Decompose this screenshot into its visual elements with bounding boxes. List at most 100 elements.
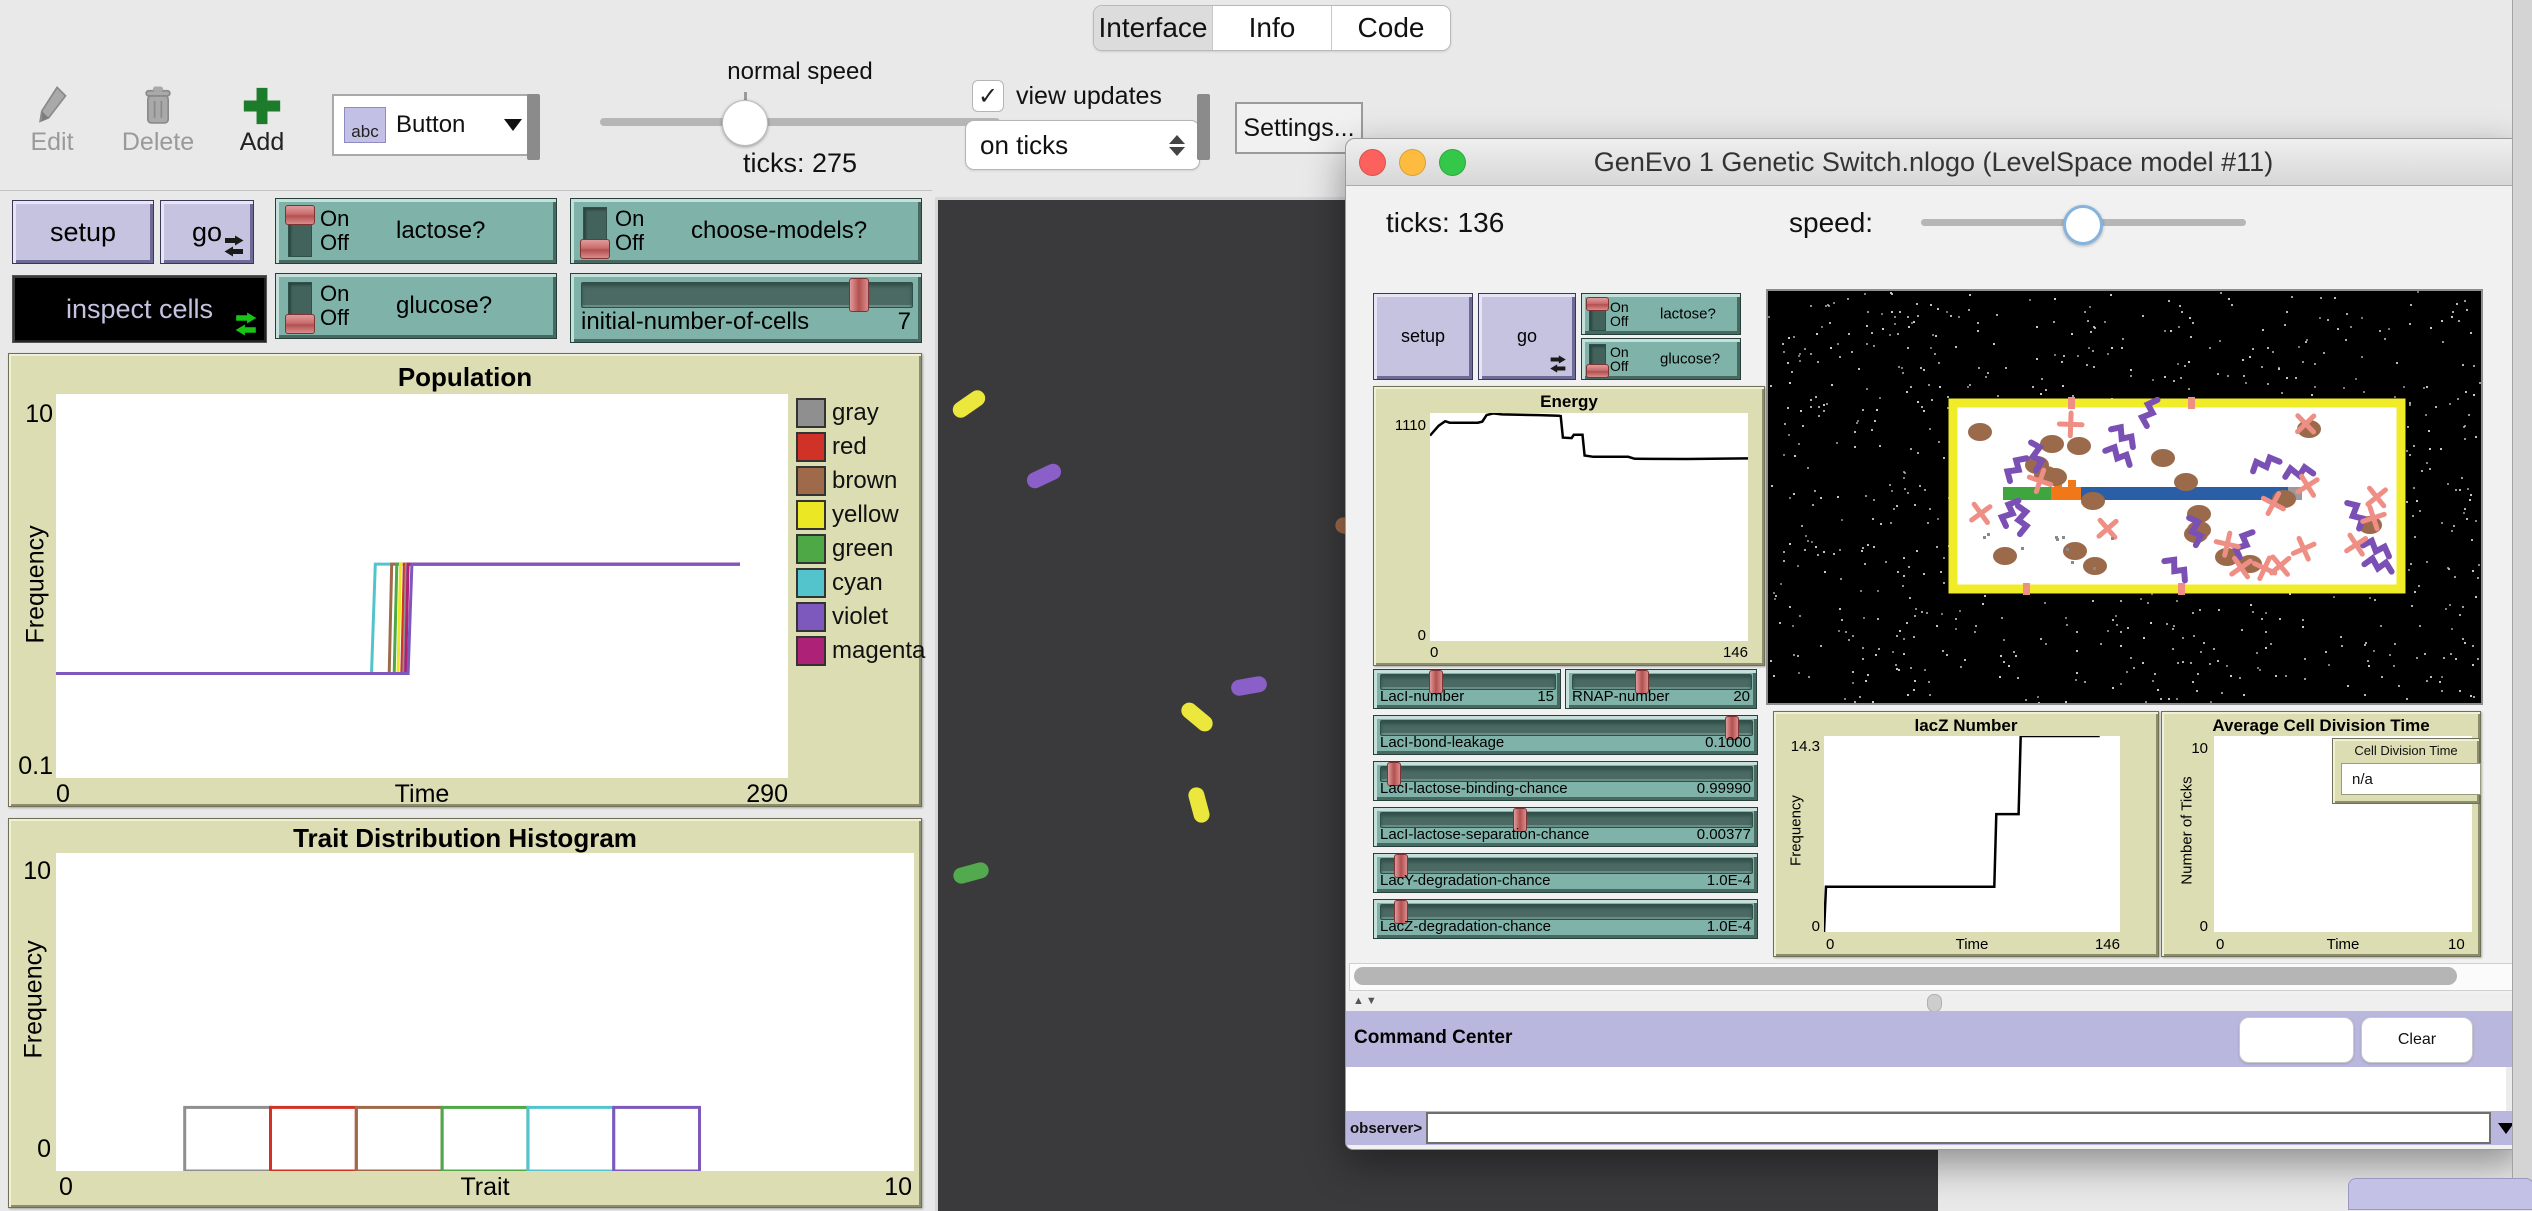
splitter-handle[interactable]: [1927, 994, 1942, 1012]
model-glucose-switch[interactable]: On Off glucose?: [1581, 338, 1741, 380]
plus-icon: [242, 82, 282, 128]
widget-type-label: Button: [396, 111, 466, 138]
command-center-splitter[interactable]: ▲▼: [1346, 993, 2521, 1012]
y-max-label: 1110: [1394, 417, 1426, 434]
slider-value: 1.0E-4: [1706, 872, 1751, 889]
choose-models-switch[interactable]: On Off choose-models?: [570, 198, 922, 264]
delete-button[interactable]: Delete: [118, 82, 198, 157]
violet-cell[interactable]: [1229, 674, 1269, 698]
slider-value: 0.1000: [1705, 734, 1751, 751]
laci-number-slider[interactable]: LacI-number 15: [1373, 669, 1561, 709]
inspect-cells-button[interactable]: inspect cells: [12, 275, 267, 343]
select-chevrons-icon: [1169, 134, 1185, 156]
model-go-button[interactable]: go: [1478, 293, 1576, 380]
legend-item-cyan: cyan: [796, 568, 883, 598]
command-input[interactable]: [1426, 1112, 2491, 1144]
view-updates-control[interactable]: ✓ view updates: [972, 80, 1162, 112]
switch-label: choose-models?: [691, 217, 868, 244]
legend-label: cyan: [832, 569, 883, 596]
setup-button[interactable]: setup: [12, 200, 154, 264]
horizontal-scrollbar-thumb[interactable]: [1354, 967, 2457, 985]
speed-slider-thumb[interactable]: [722, 100, 768, 146]
avg-cell-division-plot: Average Cell Division Time 10 0 Number o…: [2161, 711, 2481, 957]
clear-button[interactable]: Clear: [2361, 1017, 2473, 1063]
laci-lactose-binding-chance-slider[interactable]: LacI-lactose-binding-chance 0.99990: [1373, 761, 1758, 801]
slider-value: 20: [1733, 688, 1750, 705]
green-cell[interactable]: [951, 860, 991, 886]
observer-prompt[interactable]: observer>: [1346, 1111, 1427, 1145]
slider-label: LacI-bond-leakage: [1380, 734, 1505, 751]
update-mode-select[interactable]: on ticks: [965, 120, 1200, 170]
view-updates-checkbox[interactable]: ✓: [972, 80, 1004, 112]
yellow-cell[interactable]: [1186, 785, 1212, 825]
switch-knob[interactable]: [1586, 364, 1609, 378]
rnap-number-slider[interactable]: RNAP-number 20: [1565, 669, 1757, 709]
toolbar-divider: [0, 190, 932, 191]
forever-icon: [234, 312, 258, 336]
lacy-degradation-chance-slider[interactable]: LacY-degradation-chance 1.0E-4: [1373, 853, 1758, 893]
widget-type-dropdown[interactable]: abc Button: [332, 94, 534, 156]
blank-button[interactable]: [2239, 1017, 2354, 1063]
model-setup-button[interactable]: setup: [1373, 293, 1473, 380]
go-button[interactable]: go: [160, 200, 254, 264]
laci-lactose-separation-chance-slider[interactable]: LacI-lactose-separation-chance 0.00377: [1373, 807, 1758, 847]
slider-knob[interactable]: [849, 278, 870, 312]
tab-code[interactable]: Code: [1332, 6, 1450, 50]
trait-bars: [183, 1105, 702, 1171]
lacz-degradation-chance-slider[interactable]: LacZ-degradation-chance 1.0E-4: [1373, 899, 1758, 939]
go-label: go: [1516, 326, 1538, 346]
violet-cell[interactable]: [1024, 461, 1064, 491]
command-output-area[interactable]: [1346, 1067, 2506, 1112]
x-max-label: 10: [884, 1173, 912, 1201]
model-speed-slider-thumb[interactable]: [2063, 205, 2104, 245]
legend-item-gray: gray: [796, 398, 879, 428]
command-center-header: Command Center Clear: [1346, 1011, 2521, 1067]
switch-knob[interactable]: [285, 314, 315, 334]
legend-swatch: [796, 568, 826, 598]
splitter-arrows-icon[interactable]: ▲▼: [1353, 995, 1379, 1007]
main-window-right-scrollbar[interactable]: [2512, 0, 2532, 1208]
netlogo-desktop: { "main_window": { "tabs": [ {"label": "…: [0, 0, 2532, 1211]
switch-knob[interactable]: [580, 239, 610, 259]
button-widget-icon: abc: [344, 107, 386, 143]
yellow-cell[interactable]: [1178, 699, 1216, 735]
legend-item-yellow: yellow: [796, 500, 899, 530]
x-max-label: 146: [2094, 936, 2120, 953]
laci-bond-leakage-slider[interactable]: LacI-bond-leakage 0.1000: [1373, 715, 1758, 755]
edit-label: Edit: [30, 128, 74, 156]
legend-label: green: [832, 535, 894, 562]
lactose-switch[interactable]: On Off lactose?: [275, 198, 557, 264]
edit-button[interactable]: Edit: [22, 82, 82, 157]
population-plot: Population 10 0.1 Frequency 0 Time 290 g…: [8, 353, 925, 808]
window-title-bar[interactable]: GenEvo 1 Genetic Switch.nlogo (LevelSpac…: [1346, 139, 2521, 186]
y-min-label: 0: [1811, 918, 1820, 935]
plot-title: Trait Distribution Histogram: [293, 823, 637, 853]
add-button[interactable]: Add: [232, 82, 292, 157]
switch-knob[interactable]: [1586, 297, 1609, 311]
switch-knob[interactable]: [285, 205, 315, 225]
y-axis-label: Number of Ticks: [2178, 776, 2196, 885]
dropdown-caret-icon: [504, 119, 522, 131]
slider-label: LacZ-degradation-chance: [1380, 918, 1551, 935]
legend-label: violet: [832, 603, 889, 630]
model-world-view[interactable]: [1766, 289, 2483, 705]
slider-value: 0.00377: [1696, 826, 1751, 843]
initial-number-of-cells-slider[interactable]: initial-number-of-cells 7: [570, 273, 922, 343]
monitor-label: Cell Division Time: [2354, 743, 2458, 758]
slider-label: initial-number-of-cells: [581, 308, 810, 335]
speed-slider-track[interactable]: [600, 118, 1000, 126]
tab-interface[interactable]: Interface: [1094, 6, 1213, 50]
settings-button[interactable]: Settings...: [1235, 102, 1363, 154]
slider-label: LacI-lactose-separation-chance: [1380, 826, 1590, 843]
x-axis-label: Time: [394, 780, 450, 808]
legend-label: gray: [832, 399, 879, 426]
model-lactose-switch[interactable]: On Off lactose?: [1581, 293, 1741, 335]
slider-label: LacI-lactose-binding-chance: [1380, 780, 1568, 797]
toolbar-separator-2: [1197, 94, 1210, 160]
horizontal-scrollbar-track[interactable]: [1349, 963, 2515, 991]
tab-info[interactable]: Info: [1213, 6, 1332, 50]
glucose-switch[interactable]: On Off glucose?: [275, 273, 557, 339]
legend-swatch: [796, 500, 826, 530]
yellow-cell[interactable]: [949, 387, 989, 421]
command-center-title: Command Center: [1354, 1027, 1513, 1048]
